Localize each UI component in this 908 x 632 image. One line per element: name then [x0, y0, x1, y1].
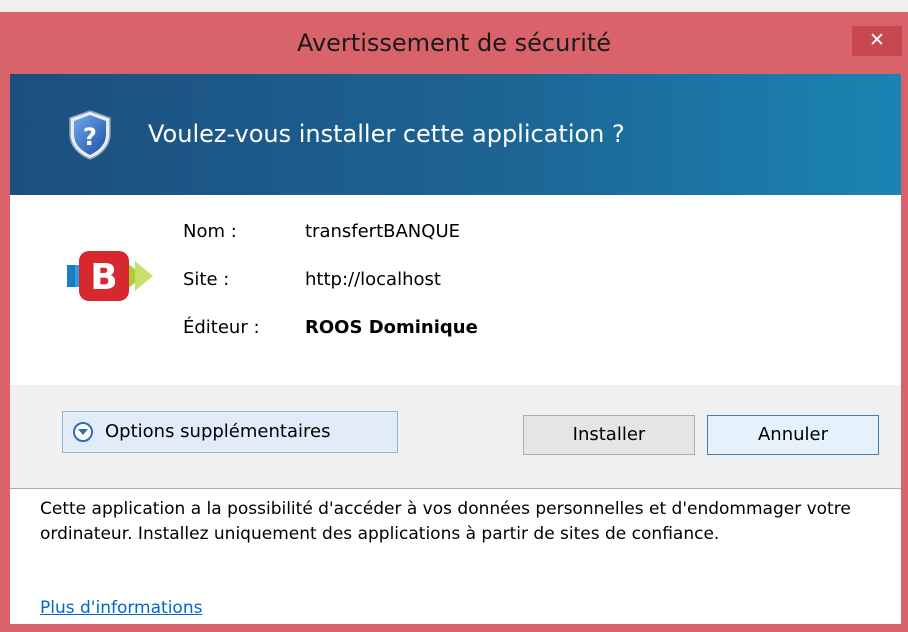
svg-text:?: ?: [83, 123, 97, 151]
name-label: Nom :: [183, 221, 237, 242]
publisher-label: Éditeur :: [183, 317, 260, 338]
question-header: ? Voulez-vous installer cette applicatio…: [10, 74, 901, 195]
transfertbanque-app-icon: B: [67, 251, 153, 301]
more-options-label: Options supplémentaires: [105, 421, 331, 442]
close-button[interactable]: ✕: [852, 26, 902, 56]
shield-question-icon: ?: [69, 110, 111, 160]
publisher-value: ROOS Dominique: [305, 317, 478, 338]
cancel-button[interactable]: Annuler: [707, 415, 879, 455]
dialog-content: ? Voulez-vous installer cette applicatio…: [10, 74, 901, 624]
install-question: Voulez-vous installer cette application …: [148, 120, 625, 148]
more-info-link[interactable]: Plus d'informations: [40, 598, 202, 618]
security-warning-dialog: Avertissement de sécurité ✕ ? Voulez-vou…: [0, 12, 908, 632]
warning-section: Cette application a la possibilité d'acc…: [10, 488, 901, 624]
chevron-down-icon: [73, 422, 93, 442]
svg-text:B: B: [90, 257, 117, 298]
name-value: transfertBANQUE: [305, 221, 460, 242]
application-info: B Nom : transfertBANQUE Site : http://lo…: [10, 195, 901, 385]
site-value: http://localhost: [305, 269, 441, 290]
desktop-background: [0, 0, 908, 12]
more-options-button[interactable]: Options supplémentaires: [62, 411, 398, 453]
warning-text: Cette application a la possibilité d'acc…: [40, 499, 851, 544]
site-label: Site :: [183, 269, 230, 290]
action-bar: Options supplémentaires Installer Annule…: [10, 385, 901, 488]
window-title: Avertissement de sécurité: [296, 29, 612, 57]
title-bar[interactable]: Avertissement de sécurité ✕: [0, 12, 908, 74]
install-button[interactable]: Installer: [523, 415, 695, 455]
